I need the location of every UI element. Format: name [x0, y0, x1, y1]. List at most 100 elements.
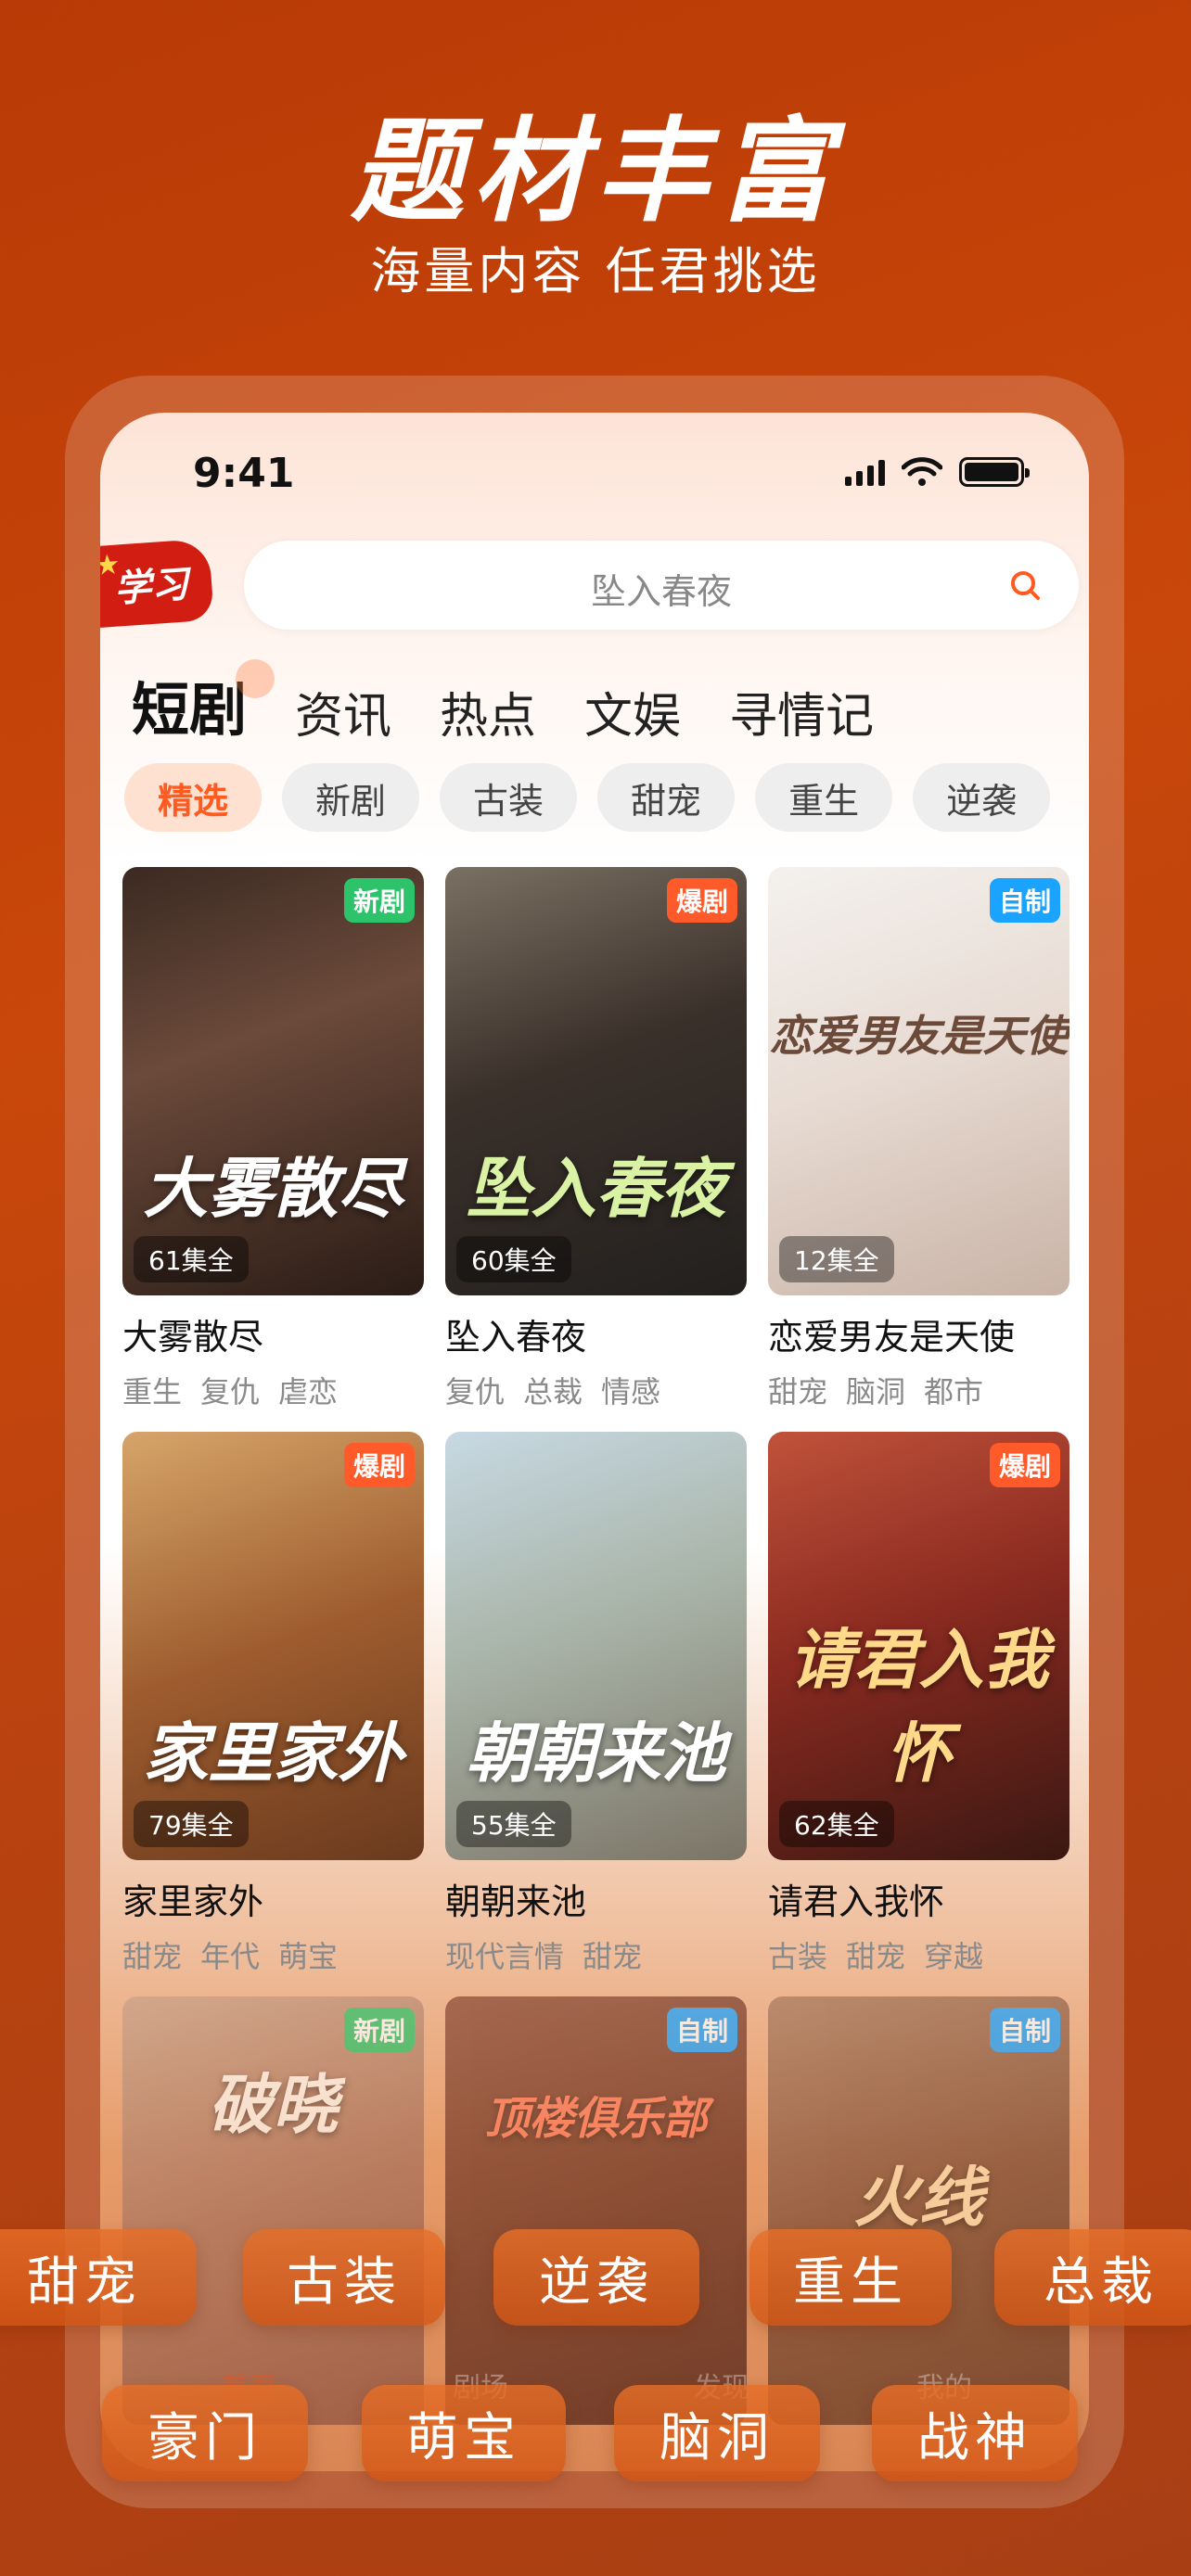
drama-tag: 都市	[924, 1374, 984, 1409]
genre-pill-brain-hole[interactable]: 脑洞	[614, 2385, 820, 2481]
drama-poster[interactable]: 自制 恋爱男友是天使 12集全	[768, 867, 1069, 1295]
tab-romance[interactable]: 寻情记	[729, 677, 874, 746]
poster-title-art: 破晓	[208, 2066, 339, 2143]
chip-sweet[interactable]: 甜宠	[597, 763, 736, 832]
genre-pill-comeback[interactable]: 逆袭	[493, 2229, 699, 2326]
drama-tag: 重生	[122, 1374, 183, 1409]
drama-poster[interactable]: 朝朝来池 55集全	[445, 1432, 747, 1860]
chip-costume[interactable]: 古装	[440, 763, 578, 832]
genre-pill-rebirth[interactable]: 重生	[749, 2229, 952, 2326]
drama-card[interactable]: 爆剧 家里家外 79集全 家里家外 甜宠 年代 萌宝	[122, 1432, 424, 1996]
status-bar: 9:41	[100, 413, 1089, 515]
drama-title: 恋爱男友是天使	[768, 1317, 1016, 1358]
drama-poster[interactable]: 爆剧 坠入春夜 60集全	[445, 867, 747, 1295]
genre-pill-war-god[interactable]: 战神	[872, 2385, 1078, 2481]
drama-tag: 脑洞	[846, 1374, 906, 1409]
drama-title: 请君入我怀	[768, 1881, 945, 1922]
drama-tags: 现代言情 甜宠	[445, 1933, 747, 1976]
poster-title-art: 朝朝来池	[466, 1715, 726, 1792]
star-icon: ★	[100, 548, 122, 583]
app-logo[interactable]: ★ 学习	[100, 538, 214, 629]
drama-card[interactable]: 新剧 大雾散尽 61集全 大雾散尽 重生 复仇 虐恋	[122, 867, 424, 1432]
drama-badge: 新剧	[343, 2008, 415, 2052]
episode-count: 60集全	[456, 1236, 571, 1282]
poster-title-art: 火线	[853, 2159, 984, 2236]
genre-pill-ceo[interactable]: 总裁	[994, 2229, 1191, 2326]
drama-tag: 古装	[768, 1939, 828, 1974]
drama-tag: 虐恋	[278, 1374, 339, 1409]
poster-title-art: 请君入我怀	[788, 1621, 1049, 1792]
search-bar[interactable]: 坠入春夜	[244, 541, 1079, 630]
drama-tag: 复仇	[445, 1374, 506, 1409]
drama-card[interactable]: 朝朝来池 55集全 朝朝来池 现代言情 甜宠	[445, 1432, 747, 1996]
wifi-icon	[902, 457, 942, 486]
drama-poster[interactable]: 爆剧 请君入我怀 62集全	[768, 1432, 1069, 1860]
genre-pill-costume[interactable]: 古装	[243, 2229, 445, 2326]
drama-tags: 古装 甜宠 穿越	[768, 1933, 1069, 1976]
drama-card[interactable]: 爆剧 坠入春夜 60集全 坠入春夜 复仇 总裁 情感	[445, 867, 747, 1432]
drama-badge: 自制	[666, 2008, 737, 2052]
filter-chips: 精选 新剧 古装 甜宠 重生 逆袭	[124, 763, 1089, 832]
drama-tag: 现代言情	[445, 1939, 565, 1974]
drama-title: 家里家外	[122, 1881, 264, 1922]
drama-tag: 甜宠	[122, 1939, 183, 1974]
drama-tag: 情感	[601, 1374, 661, 1409]
drama-tags: 甜宠 年代 萌宝	[122, 1933, 424, 1976]
search-icon[interactable]	[1008, 568, 1042, 602]
drama-tag: 复仇	[200, 1374, 261, 1409]
drama-badge: 新剧	[343, 878, 415, 923]
poster-title-art: 恋爱男友是天使	[769, 1011, 1069, 1061]
hero-subtitle: 海量内容 任君挑选	[370, 242, 821, 300]
drama-tag: 总裁	[523, 1374, 583, 1409]
category-tabs: 短剧 资讯 热点 文娱 寻情记	[132, 659, 922, 746]
episode-count: 12集全	[779, 1236, 894, 1282]
drama-tag: 甜宠	[583, 1939, 643, 1974]
cellular-signal-icon	[845, 458, 885, 486]
poster-title-art: 大雾散尽	[143, 1150, 403, 1227]
tab-news[interactable]: 资讯	[295, 677, 391, 746]
poster-title-art: 坠入春夜	[466, 1150, 726, 1227]
genre-pill-wealthy[interactable]: 豪门	[102, 2385, 308, 2481]
drama-badge: 爆剧	[666, 878, 737, 923]
logo-mark: 学习	[112, 563, 190, 611]
drama-badge: 自制	[989, 878, 1060, 923]
poster-title-art: 顶楼俱乐部	[484, 2093, 708, 2145]
drama-tags: 复仇 总裁 情感	[445, 1369, 747, 1411]
drama-poster[interactable]: 爆剧 家里家外 79集全	[122, 1432, 424, 1860]
drama-poster[interactable]: 新剧 大雾散尽 61集全	[122, 867, 424, 1295]
episode-count: 55集全	[456, 1801, 571, 1847]
chip-featured[interactable]: 精选	[124, 763, 263, 832]
poster-title-art: 家里家外	[143, 1715, 403, 1792]
drama-tags: 甜宠 脑洞 都市	[768, 1369, 1069, 1411]
hero-title: 题材丰富	[351, 106, 840, 237]
drama-tag: 年代	[200, 1939, 261, 1974]
genre-pill-cute-baby[interactable]: 萌宝	[362, 2385, 566, 2481]
drama-tag: 甜宠	[768, 1374, 828, 1409]
drama-tag: 穿越	[924, 1939, 984, 1974]
status-icons	[845, 457, 1030, 487]
drama-title: 坠入春夜	[445, 1317, 587, 1358]
status-time: 9:41	[193, 450, 295, 497]
drama-tag: 甜宠	[846, 1939, 906, 1974]
drama-card[interactable]: 自制 恋爱男友是天使 12集全 恋爱男友是天使 甜宠 脑洞 都市	[768, 867, 1069, 1432]
episode-count: 61集全	[134, 1236, 249, 1282]
tab-short-drama[interactable]: 短剧	[132, 659, 275, 746]
drama-badge: 爆剧	[343, 1443, 415, 1487]
drama-tags: 重生 复仇 虐恋	[122, 1369, 424, 1411]
battery-icon	[959, 457, 1030, 487]
drama-title: 朝朝来池	[445, 1881, 587, 1922]
search-placeholder: 坠入春夜	[590, 571, 732, 612]
chip-rebirth[interactable]: 重生	[755, 763, 893, 832]
episode-count: 62集全	[779, 1801, 894, 1847]
drama-badge: 爆剧	[989, 1443, 1060, 1487]
chip-comeback[interactable]: 逆袭	[913, 763, 1051, 832]
drama-tag: 萌宝	[278, 1939, 339, 1974]
tab-entertainment[interactable]: 文娱	[584, 677, 681, 746]
chip-new[interactable]: 新剧	[282, 763, 420, 832]
genre-pill-sweet[interactable]: 甜宠	[0, 2229, 197, 2326]
episode-count: 79集全	[134, 1801, 249, 1847]
drama-badge: 自制	[989, 2008, 1060, 2052]
tab-hot[interactable]: 热点	[440, 677, 536, 746]
drama-card[interactable]: 爆剧 请君入我怀 62集全 请君入我怀 古装 甜宠 穿越	[768, 1432, 1069, 1996]
phone-screen: 9:41 ★ 学习 坠入春夜 短剧 资讯 热点 文娱 寻情记 精选 新剧 古装 …	[100, 413, 1089, 2471]
